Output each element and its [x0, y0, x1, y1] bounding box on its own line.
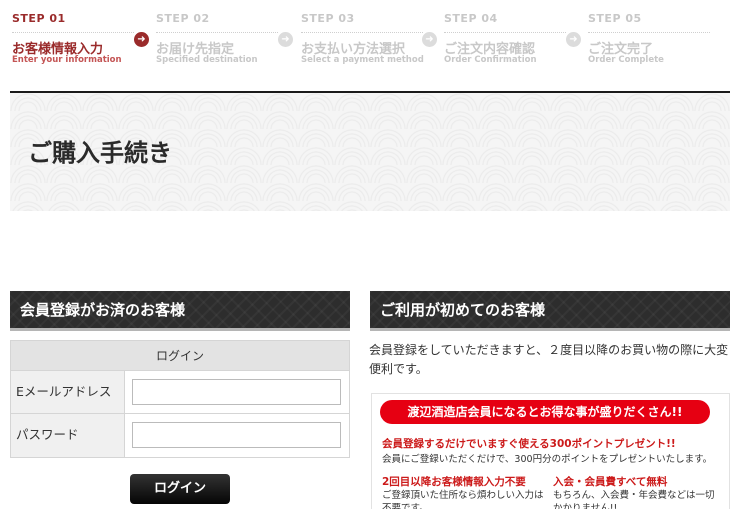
- benefit-points-heading: 会員登録するだけでいますぐ使える300ポイントプレゼント!!: [382, 438, 676, 450]
- arrow-right-circle-icon: ➜: [422, 32, 437, 47]
- password-row: パスワード: [11, 414, 349, 457]
- member-section-title: 会員登録がお済のお客様: [20, 301, 186, 319]
- step-number: STEP 05: [588, 12, 642, 25]
- step-3: STEP 03 お支払い方法選択 Select a payment method: [301, 12, 424, 65]
- member-benefits-box: 渡辺酒造店会員になるとお得な事が盛りだくさん!! 会員登録するだけでいますぐ使え…: [371, 393, 730, 509]
- benefit-no-input-text: ご登録頂いた住所なら煩わしい入力は不要です。: [382, 490, 544, 509]
- step-4: STEP 04 ご注文内容確認 Order Confirmation: [444, 12, 566, 65]
- email-label: Eメールアドレス: [11, 371, 125, 413]
- step-number: STEP 02: [156, 12, 210, 25]
- login-button[interactable]: ログイン: [130, 474, 230, 504]
- new-customer-section-title: ご利用が初めてのお客様: [380, 301, 546, 319]
- benefit-no-input-heading: 2回目以降お客様情報入力不要: [382, 476, 526, 488]
- step-number: STEP 01: [12, 12, 66, 25]
- benefit-free-text: もちろん、入会費・年会費などは一切かかりません!!: [553, 490, 715, 509]
- step-label-en: Specified destination: [156, 55, 258, 65]
- step-label: お届け先指定: [156, 32, 278, 57]
- page-title: ご購入手続き: [28, 139, 172, 167]
- email-row: Eメールアドレス: [11, 371, 349, 414]
- step-number: STEP 03: [301, 12, 355, 25]
- login-form: ログイン Eメールアドレス パスワード: [10, 340, 350, 458]
- step-label-en: Select a payment method: [301, 55, 424, 65]
- arrow-right-circle-icon: ➜: [278, 32, 293, 47]
- step-label: ご注文内容確認: [444, 32, 566, 57]
- new-customer-section-header: ご利用が初めてのお客様: [370, 291, 730, 331]
- step-1: STEP 01 お客様情報入力 Enter your information: [12, 12, 134, 65]
- step-label: お客様情報入力: [12, 32, 134, 57]
- step-label: ご注文完了: [588, 32, 710, 57]
- login-table-header: ログイン: [11, 341, 349, 371]
- password-label: パスワード: [11, 414, 125, 457]
- step-label: お支払い方法選択: [301, 32, 423, 57]
- new-customer-intro: 会員登録をしていただきますと、２度目以降のお買い物の際に大変便利です。: [369, 343, 729, 376]
- step-label-en: Order Confirmation: [444, 55, 537, 65]
- step-label-en: Order Complete: [588, 55, 664, 65]
- step-5: STEP 05 ご注文完了 Order Complete: [588, 12, 710, 65]
- benefits-banner: 渡辺酒造店会員になるとお得な事が盛りだくさん!!: [380, 400, 710, 424]
- page-title-banner: ご購入手続き: [10, 91, 730, 211]
- checkout-steps: STEP 01 お客様情報入力 Enter your information ➜…: [0, 0, 739, 80]
- arrow-right-circle-icon: ➜: [134, 32, 149, 47]
- benefit-free-heading: 入会・会員費すべて無料: [553, 476, 668, 488]
- benefit-points-text: 会員にご登録いただくだけで、300円分のポイントをプレゼントいたします。: [382, 454, 713, 465]
- member-section-header: 会員登録がお済のお客様: [10, 291, 350, 331]
- arrow-right-circle-icon: ➜: [566, 32, 581, 47]
- step-2: STEP 02 お届け先指定 Specified destination: [156, 12, 278, 65]
- password-field[interactable]: [132, 422, 341, 448]
- step-number: STEP 04: [444, 12, 498, 25]
- email-field[interactable]: [132, 379, 341, 405]
- step-label-en: Enter your information: [12, 55, 122, 65]
